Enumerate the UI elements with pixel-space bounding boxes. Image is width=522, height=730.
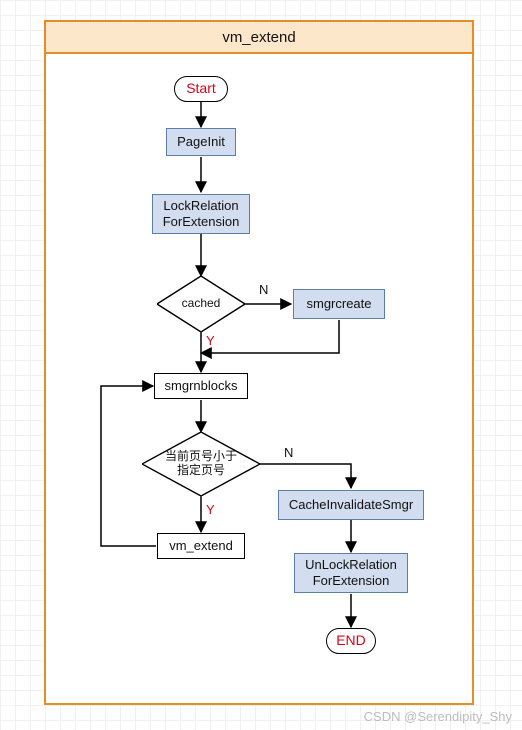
edge-label-n2: N bbox=[284, 445, 293, 460]
edges-layer bbox=[46, 22, 476, 707]
cached-label: cached bbox=[157, 276, 245, 332]
pageinit-node: PageInit bbox=[166, 128, 236, 156]
vmextend-node: vm_extend bbox=[157, 533, 245, 559]
compare-decision: 当前页号小于 指定页号 bbox=[142, 432, 260, 496]
cacheinvalidate-node: CacheInvalidateSmgr bbox=[278, 490, 424, 520]
watermark: CSDN @Serendipity_Shy bbox=[364, 709, 512, 724]
edge-label-n1: N bbox=[259, 282, 268, 297]
diagram-title: vm_extend bbox=[46, 22, 472, 54]
lockrelation-node: LockRelation ForExtension bbox=[152, 194, 250, 234]
end-node: END bbox=[326, 628, 376, 654]
unlockrelation-node: UnLockRelation ForExtension bbox=[294, 553, 408, 593]
edge-label-y1: Y bbox=[206, 333, 215, 348]
smgrcreate-node: smgrcreate bbox=[293, 289, 385, 319]
edge-label-y2: Y bbox=[206, 502, 215, 517]
smgrnblocks-node: smgrnblocks bbox=[154, 373, 248, 399]
cached-decision: cached bbox=[157, 276, 245, 332]
diagram-frame: vm_extend Start Pa bbox=[44, 20, 474, 705]
start-node: Start bbox=[174, 76, 228, 102]
compare-label: 当前页号小于 指定页号 bbox=[142, 432, 260, 496]
